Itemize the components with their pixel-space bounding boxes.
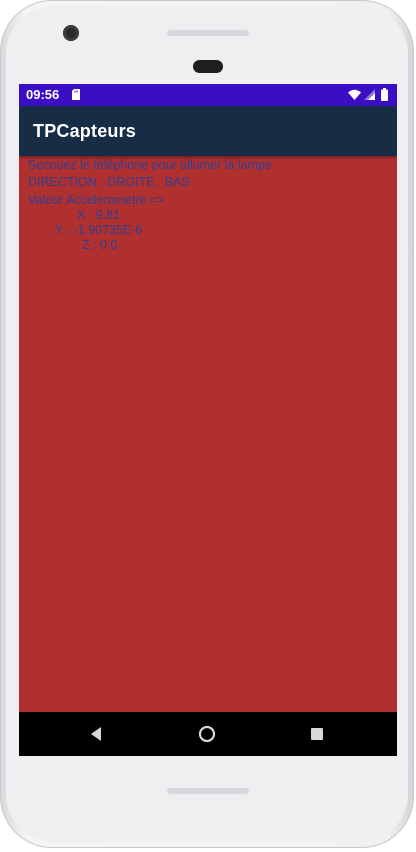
main-content: Secouez le téléphone pour allumer la lam… [19,156,397,712]
bottom-speaker [167,788,249,794]
status-time: 09:56 [26,87,60,102]
signal-icon [364,89,375,100]
battery-icon [381,88,388,101]
status-bar: 09:56 [19,84,397,106]
wifi-icon [348,89,361,100]
app-title: TPCapteurs [33,121,137,141]
phone-frame: 09:56 TPCapteurs Secouez le téléphone po… [0,0,414,848]
z-value: Z : 0.0 [82,238,118,252]
app-bar: TPCapteurs [19,106,397,156]
back-icon[interactable] [87,724,107,744]
top-speaker [167,30,249,36]
phone-screen: 09:56 TPCapteurs Secouez le téléphone po… [19,84,397,756]
x-value: X : 9.81 [77,208,121,222]
accelerometer-label: Valeur Accelerometre => [28,193,165,207]
y-value: Y : -1.90735E-6 [55,223,143,237]
navigation-bar [19,712,397,756]
home-icon[interactable] [197,724,217,744]
recents-icon[interactable] [307,724,327,744]
sd-card-icon [72,89,80,100]
direction-text: DIRECTION : DROITE, BAS [28,175,190,189]
earpiece [193,60,223,73]
front-camera [63,25,79,41]
instruction-text: Secouez le téléphone pour allumer la lam… [28,158,272,172]
